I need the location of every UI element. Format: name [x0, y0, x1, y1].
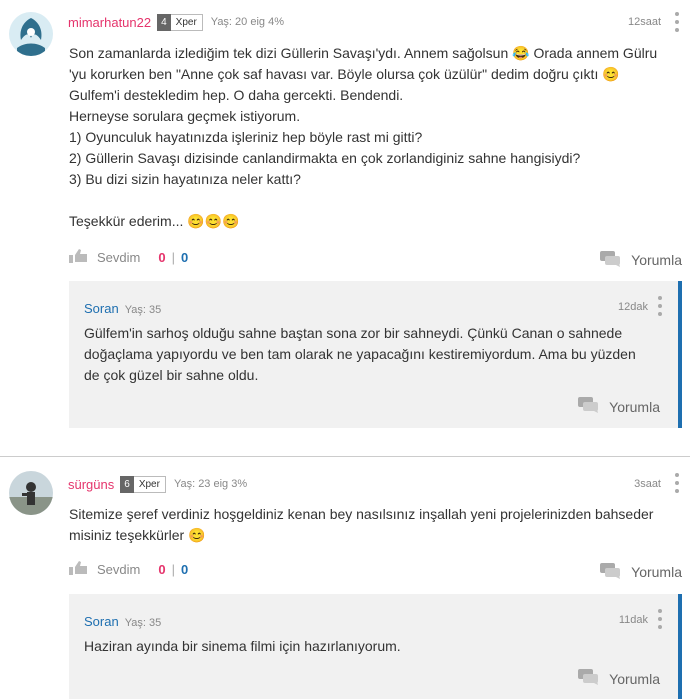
comment-label: Yorumla: [631, 252, 682, 268]
reply-author[interactable]: Soran: [84, 614, 119, 629]
user-age: Yaş: 20 eig 4%: [210, 16, 284, 28]
more-options-icon[interactable]: [657, 296, 663, 316]
reply-author-age: Yaş: 35: [124, 304, 162, 316]
reply-line: de çok güzel bir sahne oldu.: [84, 367, 259, 383]
post-body: Son zamanlarda izlediğim tek dizi Güller…: [69, 43, 674, 232]
reply-author-age: Yaş: 35: [124, 617, 162, 629]
post-divider: [0, 456, 690, 457]
reply-line: Gülfem'in sarhoş olduğu sahne baştan son…: [84, 325, 623, 341]
comment-button[interactable]: Yorumla: [600, 249, 682, 271]
comment-button[interactable]: Yorumla: [600, 561, 682, 583]
more-options-icon[interactable]: [657, 609, 663, 629]
reply-time: 11dak: [618, 614, 648, 626]
post-line: [69, 190, 674, 211]
comment-icon: [578, 397, 600, 416]
like-label: Sevdim: [97, 249, 141, 265]
post-line: Son zamanlarda izlediğim tek dizi Güller…: [69, 45, 658, 61]
user-age: Yaş: 23 eig 3%: [173, 478, 248, 490]
like-button[interactable]: Sevdim 0 | 0: [69, 558, 188, 580]
level-number: 4: [157, 13, 171, 31]
level-tag: Xper: [170, 13, 203, 31]
post-line: 'yu korurken ben "Anne çok saf havası va…: [69, 66, 620, 82]
reply-comment-button[interactable]: Yorumla: [578, 397, 660, 416]
comment-label: Yorumla: [609, 398, 660, 415]
avatar[interactable]: [9, 471, 53, 515]
post-line: Teşekkür ederim... 😊😊😊: [69, 213, 240, 229]
post-line: misiniz teşekkürler 😊: [69, 527, 206, 543]
post-time: 12saat: [627, 16, 661, 28]
count-separator: |: [171, 249, 175, 265]
post-line: 2) Güllerin Savaşı dizisinde canlandirma…: [69, 150, 581, 166]
reply-author[interactable]: Soran: [84, 301, 119, 316]
username[interactable]: sürgüns: [68, 477, 114, 492]
comment-icon: [578, 669, 600, 688]
level-tag: Xper: [133, 475, 166, 493]
reply-line: doğaçlama yapıyordu ve ben tam olarak ne…: [84, 346, 636, 362]
reply-line: Haziran ayında bir sinema filmi için haz…: [84, 638, 401, 654]
dislike-count: 0: [180, 249, 189, 265]
like-count: 0: [158, 561, 166, 577]
avatar[interactable]: [9, 12, 53, 56]
post-line: Herneyse sorulara geçmek istiyorum.: [69, 108, 301, 124]
reply-text: Gülfem'in sarhoş olduğu sahne baştan son…: [84, 323, 659, 386]
post-body: Sitemize şeref verdiniz hoşgeldiniz kena…: [69, 504, 674, 546]
reply-box: Soran Yaş: 35 12dak Gülfem'in sarhoş old…: [69, 281, 682, 428]
more-options-icon[interactable]: [674, 12, 680, 32]
level-number: 6: [120, 475, 134, 493]
more-options-icon[interactable]: [674, 473, 680, 493]
post-actions: Sevdim 0 | 0 Yorumla: [69, 246, 682, 268]
reply-time: 12dak: [618, 301, 648, 313]
like-button[interactable]: Sevdim 0 | 0: [69, 246, 188, 268]
dislike-count: 0: [180, 561, 189, 577]
comment-icon: [600, 562, 622, 582]
post-actions: Sevdim 0 | 0 Yorumla: [69, 558, 682, 580]
thumbs-up-icon: [69, 248, 89, 266]
post-line: Sitemize şeref verdiniz hoşgeldiniz kena…: [69, 506, 654, 522]
level-badge: 4 Xper: [157, 13, 203, 31]
level-badge: 6 Xper: [120, 475, 166, 493]
like-label: Sevdim: [97, 561, 141, 577]
post-line: 1) Oyunculuk hayatınızda işleriniz hep b…: [69, 129, 423, 145]
post-line: Gulfem'i destekledim hep. O daha gercekt…: [69, 87, 404, 103]
count-separator: |: [171, 561, 175, 577]
comment-label: Yorumla: [631, 564, 682, 580]
username[interactable]: mimarhatun22: [68, 15, 151, 30]
reply-comment-button[interactable]: Yorumla: [578, 669, 660, 688]
thumbs-up-icon: [69, 560, 89, 578]
comment-icon: [600, 250, 622, 270]
reply-box: Soran Yaş: 35 11dak Haziran ayında bir s…: [69, 594, 682, 699]
post-line: 3) Bu dizi sizin hayatınıza neler kattı?: [69, 171, 301, 187]
reply-text: Haziran ayında bir sinema filmi için haz…: [84, 636, 659, 657]
post-time: 3saat: [634, 478, 661, 490]
comment-label: Yorumla: [609, 670, 660, 687]
like-count: 0: [158, 249, 166, 265]
